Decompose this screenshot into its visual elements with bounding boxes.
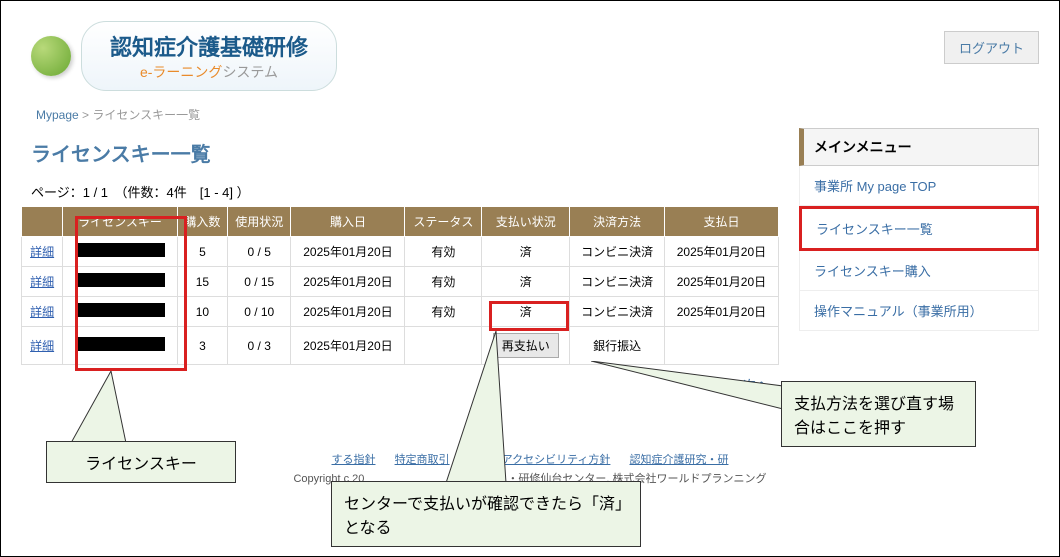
license-table: ライセンスキー購入数使用状況購入日ステータス支払い状況決済方法支払日 詳細50 …: [21, 206, 779, 365]
callout-license-key: ライセンスキー: [46, 441, 236, 483]
sidebar-item-manual[interactable]: 操作マニュアル（事業所用）: [799, 291, 1039, 331]
callout-payment-done: センターで支払いが確認できたら「済」となる: [331, 481, 641, 547]
table-cell: 銀行振込: [570, 327, 665, 365]
table-cell: 有効: [405, 297, 482, 327]
page-title: ライセンスキー一覧: [31, 138, 779, 167]
pay-status-cell: 済: [482, 237, 570, 267]
table-cell: 0 / 15: [227, 267, 290, 297]
breadcrumb: Mypage > ライセンスキー一覧: [1, 101, 1059, 128]
table-cell: 2025年01月20日: [664, 267, 778, 297]
sidebar-item-license-list[interactable]: ライセンスキー一覧: [799, 206, 1039, 251]
table-header: ライセンスキー: [63, 207, 178, 237]
table-cell: 2025年01月20日: [291, 237, 405, 267]
table-cell: 有効: [405, 237, 482, 267]
table-row: 詳細50 / 52025年01月20日有効済コンビニ決済2025年01月20日: [22, 237, 779, 267]
table-header: 決済方法: [570, 207, 665, 237]
table-cell: コンビニ決済: [570, 237, 665, 267]
license-key-redacted: [75, 243, 165, 257]
table-header: 使用状況: [227, 207, 290, 237]
callout-repay: 支払方法を選び直す場合はここを押す: [781, 381, 976, 447]
table-header: ステータス: [405, 207, 482, 237]
breadcrumb-current: ライセンスキー一覧: [92, 108, 200, 122]
table-cell: 2025年01月20日: [664, 237, 778, 267]
detail-link[interactable]: 詳細: [22, 327, 63, 365]
license-key-redacted: [75, 273, 165, 287]
sidebar-item-license-buy[interactable]: ライセンスキー購入: [799, 251, 1039, 291]
detail-link[interactable]: 詳細: [22, 297, 63, 327]
detail-link[interactable]: 詳細: [22, 237, 63, 267]
detail-link[interactable]: 詳細: [22, 267, 63, 297]
callout-pointer-2: [446, 331, 516, 486]
pay-status-cell: 済: [482, 267, 570, 297]
sidebar-item-mypage[interactable]: 事業所 My page TOP: [799, 166, 1039, 206]
footer-link-3[interactable]: 認知症介護研究・研: [629, 454, 728, 466]
table-cell: 2025年01月20日: [291, 267, 405, 297]
table-cell: 0 / 10: [227, 297, 290, 327]
table-row: 詳細30 / 32025年01月20日再支払い銀行振込: [22, 327, 779, 365]
table-cell: 10: [177, 297, 227, 327]
page-info: ページ：1 / 1 （件数：4件 [1 - 4] ）: [31, 182, 779, 201]
callout-pointer-1: [71, 371, 131, 446]
logo-icon: [31, 36, 71, 76]
table-cell: 2025年01月20日: [664, 297, 778, 327]
pay-status-cell: 済: [482, 297, 570, 327]
table-header: 支払日: [664, 207, 778, 237]
table-header: [22, 207, 63, 237]
table-row: 詳細150 / 152025年01月20日有効済コンビニ決済2025年01月20…: [22, 267, 779, 297]
table-header: 購入日: [291, 207, 405, 237]
table-row: 詳細100 / 102025年01月20日有効済コンビニ決済2025年01月20…: [22, 297, 779, 327]
table-cell: 0 / 5: [227, 237, 290, 267]
table-cell: 2025年01月20日: [291, 297, 405, 327]
table-cell: コンビニ決済: [570, 267, 665, 297]
title-sub: e-ラーニングシステム: [110, 62, 308, 82]
table-header: 支払い状況: [482, 207, 570, 237]
site-title: 認知症介護基礎研修 e-ラーニングシステム: [81, 21, 337, 91]
menu-title: メインメニュー: [799, 128, 1039, 166]
logout-button[interactable]: ログアウト: [944, 31, 1039, 64]
table-cell: 5: [177, 237, 227, 267]
license-key-redacted: [75, 337, 165, 351]
table-cell: コンビニ決済: [570, 297, 665, 327]
table-cell: 2025年01月20日: [291, 327, 405, 365]
table-header: 購入数: [177, 207, 227, 237]
title-main: 認知症介護基礎研修: [110, 30, 308, 62]
breadcrumb-home[interactable]: Mypage: [36, 108, 79, 122]
footer-link-0[interactable]: する指針: [332, 454, 376, 466]
footer-link-1[interactable]: 特定商取引: [395, 454, 450, 466]
table-cell: 3: [177, 327, 227, 365]
table-cell: [664, 327, 778, 365]
table-cell: 15: [177, 267, 227, 297]
license-key-redacted: [75, 303, 165, 317]
table-cell: 0 / 3: [227, 327, 290, 365]
table-cell: 有効: [405, 267, 482, 297]
callout-pointer-3: [591, 361, 791, 411]
